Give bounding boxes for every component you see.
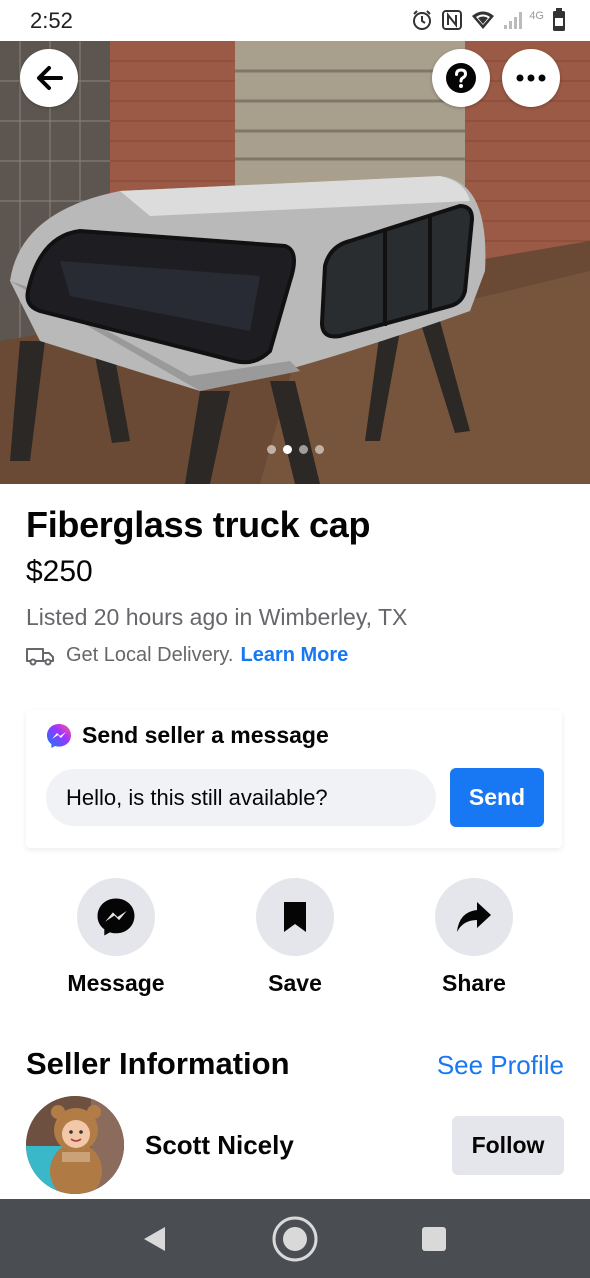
listing-price: $250 (26, 555, 93, 588)
save-action-button[interactable]: Save (225, 878, 365, 997)
carousel-dot[interactable] (298, 445, 308, 454)
carousel-dot[interactable] (266, 445, 276, 454)
messenger-icon (47, 723, 71, 748)
messenger-icon (97, 898, 135, 936)
status-icons: 4G (411, 7, 566, 33)
message-card-heading: Send seller a message (82, 722, 329, 748)
system-nav-bar (0, 1199, 590, 1278)
message-action-button[interactable]: Message (46, 878, 186, 997)
status-time: 2:52 (30, 8, 73, 33)
action-row: Message Save Share (0, 878, 590, 998)
listing-photo-carousel[interactable] (0, 41, 590, 484)
follow-button[interactable]: Follow (452, 1116, 564, 1175)
nav-home-icon (272, 1216, 318, 1262)
back-button[interactable] (20, 49, 78, 107)
help-icon (446, 63, 476, 93)
more-options-button[interactable] (502, 49, 560, 107)
nav-recents-button[interactable] (410, 1215, 458, 1263)
delivery-truck-icon (26, 647, 54, 665)
message-action-label: Message (67, 970, 165, 996)
learn-more-link[interactable]: Learn More (240, 644, 348, 667)
send-message-card: Send seller a message Hello, is this sti… (26, 710, 562, 848)
listing-details: Fiberglass truck cap $250 Listed 20 hour… (26, 504, 566, 667)
more-icon (516, 74, 546, 82)
message-action-circle[interactable] (77, 878, 155, 956)
listing-title: Fiberglass truck cap (26, 504, 371, 545)
carousel-dot-active[interactable] (282, 445, 292, 454)
share-action-circle[interactable] (435, 878, 513, 956)
see-profile-link[interactable]: See Profile (437, 1050, 564, 1081)
seller-avatar[interactable] (26, 1096, 124, 1194)
send-button[interactable]: Send (450, 768, 544, 827)
back-arrow-icon (37, 66, 63, 90)
listing-meta: Listed 20 hours ago in Wimberley, TX (26, 604, 408, 630)
nav-home-button[interactable] (271, 1215, 319, 1263)
share-icon (457, 902, 491, 932)
wifi-icon (472, 11, 495, 29)
signal-icon (504, 12, 523, 29)
carousel-indicator (0, 445, 590, 454)
seller-avatar-image (26, 1096, 124, 1194)
seller-info-heading: Seller Information (26, 1046, 290, 1081)
save-action-label: Save (268, 970, 322, 996)
network-label: 4G (529, 10, 544, 22)
alarm-icon (413, 10, 432, 30)
listing-photo (0, 41, 590, 484)
message-card-header: Send seller a message (46, 722, 329, 749)
battery-icon (553, 8, 565, 31)
nav-recents-icon (422, 1227, 446, 1251)
status-bar: 2:52 4G (0, 0, 590, 41)
nfc-icon (442, 10, 463, 30)
carousel-dot[interactable] (314, 445, 324, 454)
seller-name[interactable]: Scott Nicely (145, 1130, 294, 1161)
help-button[interactable] (432, 49, 490, 107)
nav-back-icon (144, 1227, 165, 1251)
bookmark-icon (284, 902, 306, 932)
message-input[interactable]: Hello, is this still available? (46, 769, 436, 826)
delivery-text: Get Local Delivery. (66, 644, 234, 666)
nav-back-button[interactable] (130, 1215, 178, 1263)
share-action-button[interactable]: Share (404, 878, 544, 997)
save-action-circle[interactable] (256, 878, 334, 956)
share-action-label: Share (442, 970, 506, 996)
delivery-row: Get Local Delivery. Learn More (26, 644, 566, 667)
